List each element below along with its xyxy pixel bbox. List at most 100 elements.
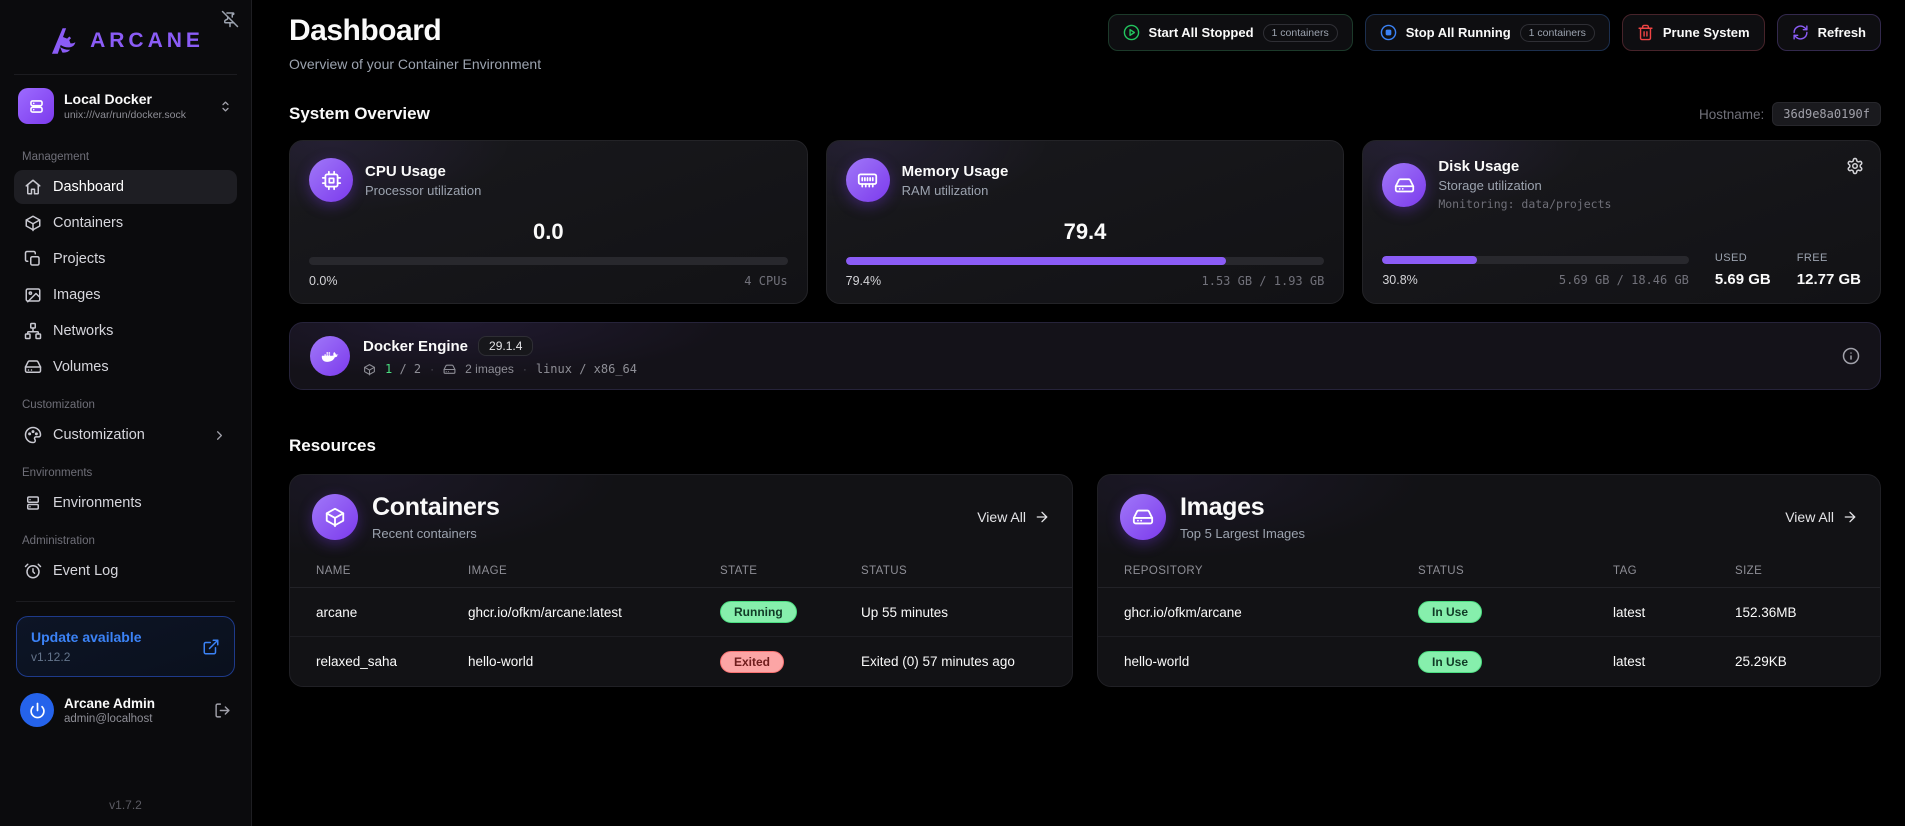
separator-dot: ·	[523, 362, 527, 376]
container-status: Up 55 minutes	[861, 605, 1056, 620]
image-size: 152.36MB	[1735, 605, 1864, 620]
sidebar-item-volumes[interactable]: Volumes	[14, 350, 237, 384]
image-tag: latest	[1613, 654, 1735, 669]
cube-icon	[363, 363, 376, 376]
containers-count-badge: 1 containers	[1520, 24, 1595, 42]
user-account[interactable]: Arcane Admin admin@localhost	[14, 677, 237, 733]
sidebar-item-customization[interactable]: Customization	[14, 418, 237, 452]
cpu-percent-label: 0.0%	[309, 274, 338, 288]
sidebar-item-images[interactable]: Images	[14, 278, 237, 312]
arrow-right-icon	[1034, 509, 1050, 525]
update-available-card[interactable]: Update available v1.12.2	[16, 616, 235, 677]
connection-endpoint: unix:///var/run/docker.sock	[64, 109, 208, 121]
sidebar-item-projects[interactable]: Projects	[14, 242, 237, 276]
sidebar-item-containers[interactable]: Containers	[14, 206, 237, 240]
environment-selector[interactable]: Local Docker unix:///var/run/docker.sock	[14, 75, 237, 137]
cpu-count-label: 4 CPUs	[744, 274, 787, 288]
column-header: NAME	[316, 565, 468, 577]
images-panel: Images Top 5 Largest Images View All REP…	[1097, 474, 1881, 687]
container-status: Exited (0) 57 minutes ago	[861, 654, 1056, 669]
disk-progress-track	[1382, 256, 1689, 264]
sidebar-item-environments[interactable]: Environments	[14, 486, 237, 520]
containers-count-badge: 1 containers	[1263, 24, 1338, 42]
image-size: 25.29KB	[1735, 654, 1864, 669]
disk-monitoring-path: Monitoring: data/projects	[1438, 197, 1611, 211]
resources-heading: Resources	[289, 436, 1881, 456]
memory-value: 79.4	[846, 219, 1325, 245]
images-view-all-link[interactable]: View All	[1785, 509, 1858, 525]
sidebar-item-label: Customization	[53, 427, 145, 443]
gear-icon[interactable]	[1846, 157, 1864, 175]
stop-all-running-button[interactable]: Stop All Running 1 containers	[1365, 14, 1610, 51]
table-row[interactable]: ghcr.io/ofkm/arcane In Use latest 152.36…	[1098, 588, 1880, 637]
palette-icon	[24, 426, 42, 444]
engine-platform: linux / x86_64	[536, 362, 637, 376]
image-tag: latest	[1613, 605, 1735, 620]
disk-used-value: 5.69 GB	[1715, 271, 1771, 288]
docker-engine-bar: Docker Engine 29.1.4 1 / 2 · 2 images · …	[289, 322, 1881, 390]
disk-usage-card: Disk Usage Storage utilization Monitorin…	[1362, 140, 1881, 304]
memory-percent-label: 79.4%	[846, 274, 881, 288]
sidebar-item-label: Containers	[53, 215, 123, 231]
image-icon	[24, 286, 42, 304]
info-icon[interactable]	[1842, 347, 1860, 365]
sidebar-item-event-log[interactable]: Event Log	[14, 554, 237, 588]
prune-system-button[interactable]: Prune System	[1622, 14, 1765, 51]
column-header: STATUS	[861, 565, 1056, 577]
cpu-icon	[309, 158, 353, 202]
container-name: relaxed_saha	[316, 654, 468, 669]
circle-stop-icon	[1380, 24, 1397, 41]
containers-panel: Containers Recent containers View All NA…	[289, 474, 1073, 687]
memory-progress-track	[846, 257, 1325, 265]
state-badge: Running	[720, 601, 797, 623]
table-row[interactable]: relaxed_saha hello-world Exited Exited (…	[290, 637, 1072, 686]
refresh-button[interactable]: Refresh	[1777, 14, 1881, 51]
sidebar-item-label: Projects	[53, 251, 105, 267]
table-row[interactable]: hello-world In Use latest 25.29KB	[1098, 637, 1880, 686]
section-label-customization: Customization	[22, 399, 229, 411]
engine-version-badge: 29.1.4	[478, 336, 533, 356]
button-label: Stop All Running	[1406, 25, 1511, 40]
containers-view-all-link[interactable]: View All	[977, 509, 1050, 525]
panel-subtitle: Top 5 Largest Images	[1180, 526, 1305, 541]
hostname-badge: 36d9e8a0190f	[1772, 102, 1881, 126]
refresh-icon	[1792, 24, 1809, 41]
hard-drive-icon	[24, 358, 42, 376]
page-subtitle: Overview of your Container Environment	[289, 56, 541, 72]
hostname-label: Hostname:	[1699, 107, 1764, 122]
app-version: v1.7.2	[14, 798, 237, 816]
panel-title: Images	[1180, 493, 1305, 522]
divider	[16, 601, 235, 602]
panel-subtitle: Recent containers	[372, 526, 500, 541]
column-header: IMAGE	[468, 565, 720, 577]
cube-icon	[24, 214, 42, 232]
table-row[interactable]: arcane ghcr.io/ofkm/arcane:latest Runnin…	[290, 588, 1072, 637]
stat-title: Memory Usage	[902, 163, 1009, 180]
sidebar-item-dashboard[interactable]: Dashboard	[14, 170, 237, 204]
server-icon	[18, 88, 54, 124]
state-badge: Exited	[720, 651, 784, 673]
view-all-label: View All	[977, 509, 1026, 525]
user-email: admin@localhost	[64, 713, 204, 725]
column-header: STATUS	[1418, 565, 1613, 577]
engine-total-count: / 2	[399, 362, 421, 376]
start-all-stopped-button[interactable]: Start All Stopped 1 containers	[1108, 14, 1353, 51]
sidebar-item-networks[interactable]: Networks	[14, 314, 237, 348]
sidebar-item-label: Dashboard	[53, 179, 124, 195]
brand-logo[interactable]: ARCANE	[14, 10, 237, 75]
images-icon	[1120, 494, 1166, 540]
cpu-usage-card: CPU Usage Processor utilization 0.0 0.0%…	[289, 140, 808, 304]
section-label-administration: Administration	[22, 535, 229, 547]
memory-icon	[846, 158, 890, 202]
column-header: TAG	[1613, 565, 1735, 577]
containers-icon	[312, 494, 358, 540]
pin-off-icon[interactable]	[221, 10, 239, 28]
alarm-clock-icon	[24, 562, 42, 580]
logout-icon[interactable]	[214, 702, 231, 719]
home-icon	[24, 178, 42, 196]
container-name: arcane	[316, 605, 468, 620]
header-actions: Start All Stopped 1 containers Stop All …	[1108, 14, 1881, 51]
chevron-right-icon	[212, 428, 227, 443]
sidebar: ARCANE Local Docker unix:///var/run/dock…	[0, 0, 252, 826]
button-label: Refresh	[1818, 25, 1866, 40]
